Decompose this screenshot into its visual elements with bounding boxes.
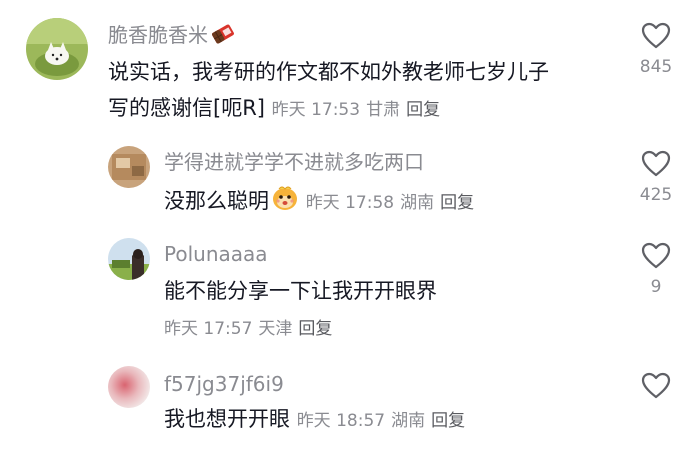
avatar[interactable] (108, 146, 150, 188)
comment-body-row: 我也想开开眼 昨天 18:57 湖南 回复 (164, 404, 471, 436)
cute-face-emoji (271, 184, 299, 220)
comment-time: 昨天 17:57 (164, 319, 253, 339)
comment-username[interactable]: 学得进就学学不进就多吃两口 (164, 150, 424, 174)
like-button[interactable]: 845 (626, 22, 686, 77)
username-text: 脆香脆香米 (108, 23, 208, 47)
comment-text: 没那么聪明 (164, 189, 269, 213)
comment-location: 湖南 (400, 193, 435, 213)
like-button[interactable]: 425 (626, 150, 686, 205)
chocolate-bar-icon (210, 22, 236, 51)
like-button[interactable]: 9 (626, 242, 686, 297)
comment-text-line2: 写的感谢信[呃R] (108, 96, 265, 120)
heart-icon (641, 22, 671, 49)
comment-text: 我也想开开眼 (164, 407, 290, 431)
avatar[interactable] (108, 238, 150, 280)
comment-meta: 昨天 18:57 湖南 回复 (297, 411, 471, 431)
reply-button[interactable]: 回复 (298, 319, 332, 339)
comment-meta: 昨天 17:53 甘肃 回复 (272, 100, 446, 120)
avatar[interactable] (26, 18, 88, 80)
comment-username[interactable]: Polunaaaa (164, 242, 268, 266)
comment-meta: 昨天 17:58 湖南 回复 (306, 193, 480, 213)
comment-time: 昨天 17:58 (305, 193, 395, 213)
comment-username[interactable]: 脆香脆香米 (108, 22, 236, 51)
reply-button[interactable]: 回复 (431, 411, 465, 431)
heart-icon (641, 242, 671, 269)
reply-button[interactable]: 回复 (406, 100, 440, 120)
comment-text: 能不能分享一下让我开开眼界 (164, 279, 437, 303)
like-count: 9 (650, 277, 662, 297)
like-button[interactable] (626, 372, 686, 399)
heart-icon (641, 150, 671, 177)
comment-text: 说实话，我考研的作文都不如外教老师七岁儿子 (108, 60, 549, 84)
avatar[interactable] (108, 366, 150, 408)
comment-time: 昨天 18:57 (296, 411, 386, 431)
comment-location: 甘肃 (366, 100, 401, 120)
heart-icon (641, 372, 671, 399)
like-count: 425 (639, 185, 673, 205)
comment-meta: 昨天 17:57 天津 回复 (164, 318, 338, 340)
like-count: 845 (639, 57, 673, 77)
comment-location: 天津 (258, 319, 293, 339)
comment-body-row: 没那么聪明 昨天 17:58 湖南 回复 (164, 184, 480, 220)
comment-meta-row: 写的感谢信[呃R] 昨天 17:53 甘肃 回复 (108, 93, 446, 125)
comment-username[interactable]: f57jg37jf6i9 (164, 372, 284, 396)
reply-button[interactable]: 回复 (440, 193, 474, 213)
comment-time: 昨天 17:53 (271, 100, 361, 120)
comment-location: 湖南 (391, 411, 426, 431)
